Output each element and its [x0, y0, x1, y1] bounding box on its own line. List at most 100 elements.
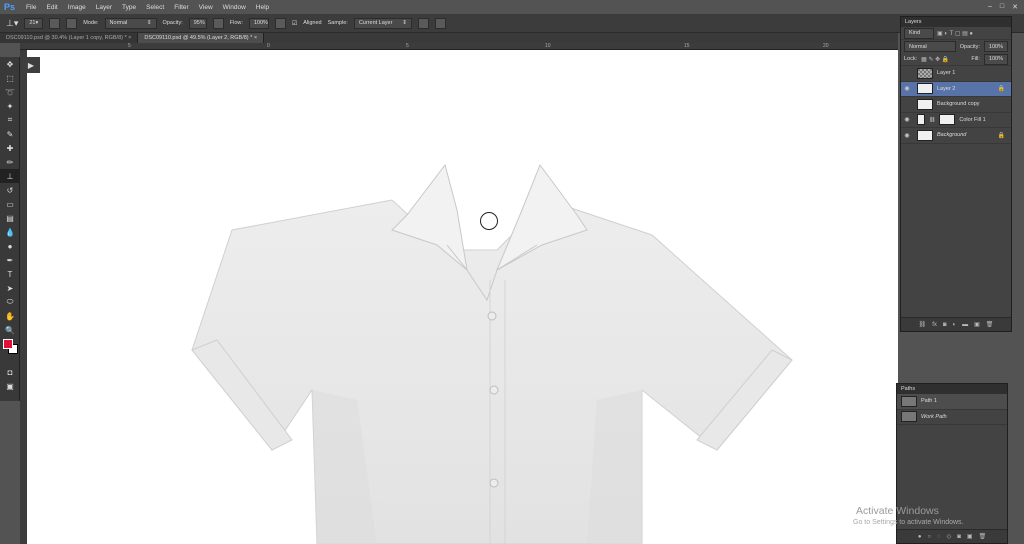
ignore-adjustment-icon[interactable]: [417, 17, 429, 29]
fill-path-icon[interactable]: ●: [918, 534, 922, 540]
new-group-icon[interactable]: ▬: [962, 322, 968, 328]
opacity-value: 95%: [193, 20, 205, 26]
tab-label: DSC09110.psd @ 49.5% (Layer 2, RGB/8) *: [144, 35, 253, 41]
lock-icon: 🔒: [997, 86, 1005, 93]
path-selection-tool-icon[interactable]: ➤: [0, 281, 20, 295]
document-tabs: DSC09110.psd @ 30.4% (Layer 1 copy, RGB/…: [0, 33, 898, 43]
flow-field[interactable]: 100%: [248, 17, 269, 29]
add-mask-icon[interactable]: ◙: [943, 322, 947, 328]
menu-type[interactable]: Type: [117, 4, 141, 11]
layer-row[interactable]: ◉ Background 🔒: [901, 128, 1011, 144]
layer-style-icon[interactable]: fx: [932, 322, 937, 328]
fill-field[interactable]: 100%: [983, 53, 1008, 65]
adjustment-layer-icon[interactable]: ◐: [953, 322, 957, 328]
blur-tool-icon[interactable]: 💧: [0, 225, 20, 239]
menu-help[interactable]: Help: [251, 4, 274, 11]
opacity-field[interactable]: 95%: [188, 17, 207, 29]
clone-stamp-tool-icon[interactable]: ⊥: [0, 169, 20, 183]
horizontal-ruler: 5 0 5 10 15 20: [20, 43, 898, 50]
move-tool-icon[interactable]: ✥: [0, 57, 20, 71]
brush-tool-icon[interactable]: ✏: [0, 155, 20, 169]
pressure-opacity-icon[interactable]: [212, 17, 224, 29]
shape-tool-icon[interactable]: ⬭: [0, 295, 20, 309]
healing-brush-tool-icon[interactable]: ✚: [0, 141, 20, 155]
paths-panel-title: Paths: [897, 384, 1007, 394]
panel-collapse-arrow-icon[interactable]: ▶: [22, 57, 40, 73]
layers-panel: Layers Kind ▣ ◐ T ▢ ▤ ● Normal Opacity: …: [900, 16, 1012, 332]
toolbox: ✥ ⬚ ➰ ✦ ⌗ ✎ ✚ ✏ ⊥ ↺ ▭ ▤ 💧 ● ✒ T ➤ ⬭ ✋ 🔍 …: [0, 57, 20, 401]
filter-icons[interactable]: ▣ ◐ T ▢ ▤ ●: [937, 30, 973, 37]
eraser-tool-icon[interactable]: ▭: [0, 197, 20, 211]
sample-dropdown[interactable]: Current Layer ⇕: [353, 17, 412, 29]
mode-label: Mode:: [83, 20, 99, 26]
eye-icon[interactable]: ◉: [901, 116, 913, 123]
path-row[interactable]: Path 1: [897, 394, 1007, 410]
lasso-tool-icon[interactable]: ➰: [0, 85, 20, 99]
menu-bar: Ps File Edit Image Layer Type Select Fil…: [0, 0, 1024, 14]
make-work-path-icon[interactable]: ◇: [947, 533, 952, 540]
marquee-tool-icon[interactable]: ⬚: [0, 71, 20, 85]
quick-mask-icon[interactable]: ◘: [0, 365, 20, 379]
path-name: Path 1: [921, 398, 937, 405]
chevron-down-icon: ⇕: [146, 20, 152, 26]
menu-view[interactable]: View: [194, 4, 218, 11]
new-path-icon[interactable]: ▣: [967, 533, 973, 540]
screen-mode-icon[interactable]: ▣: [0, 379, 20, 393]
eye-icon[interactable]: ◉: [901, 85, 913, 92]
gradient-tool-icon[interactable]: ▤: [0, 211, 20, 225]
mode-dropdown[interactable]: Normal ⇕: [104, 17, 157, 29]
menu-select[interactable]: Select: [141, 4, 169, 11]
layer-row[interactable]: Background copy: [901, 97, 1011, 113]
eyedropper-tool-icon[interactable]: ✎: [0, 127, 20, 141]
brush-size-picker[interactable]: 21▾: [24, 17, 44, 29]
layer-row-selected[interactable]: ◉ Layer 2 🔒: [901, 81, 1011, 97]
menu-edit[interactable]: Edit: [42, 4, 63, 11]
menu-image[interactable]: Image: [63, 4, 91, 11]
tab-document-1[interactable]: DSC09110.psd @ 30.4% (Layer 1 copy, RGB/…: [0, 33, 139, 43]
layer-name: Background copy: [937, 101, 980, 108]
close-icon[interactable]: ✕: [1012, 3, 1018, 11]
foreground-color-swatch[interactable]: [3, 339, 13, 349]
crop-tool-icon[interactable]: ⌗: [0, 113, 20, 127]
menu-layer[interactable]: Layer: [91, 4, 117, 11]
blend-mode-dropdown[interactable]: Normal: [904, 41, 956, 52]
new-layer-icon[interactable]: ▣: [974, 321, 980, 328]
clone-source-panel-icon[interactable]: [66, 17, 78, 29]
hand-tool-icon[interactable]: ✋: [0, 309, 20, 323]
stroke-path-icon[interactable]: ○: [927, 534, 931, 540]
maximize-icon[interactable]: □: [1000, 3, 1004, 11]
delete-layer-icon[interactable]: 🗑: [986, 321, 994, 328]
magic-wand-tool-icon[interactable]: ✦: [0, 99, 20, 113]
type-tool-icon[interactable]: T: [0, 267, 20, 281]
layer-opacity-field[interactable]: 100%: [983, 41, 1008, 52]
minimize-icon[interactable]: –: [988, 3, 992, 11]
dodge-tool-icon[interactable]: ●: [0, 239, 20, 253]
document-canvas[interactable]: [27, 50, 898, 544]
close-tab-icon[interactable]: ×: [254, 35, 257, 41]
lock-icons[interactable]: ▦ ✎ ✥ 🔒: [921, 56, 949, 63]
tab-document-2[interactable]: DSC09110.psd @ 49.5% (Layer 2, RGB/8) * …: [138, 33, 265, 43]
aligned-checkbox[interactable]: ☑: [292, 20, 297, 27]
close-tab-icon[interactable]: ×: [128, 35, 131, 41]
brush-panel-icon[interactable]: [49, 17, 61, 29]
history-brush-tool-icon[interactable]: ↺: [0, 183, 20, 197]
link-layers-icon[interactable]: ⛓: [919, 321, 927, 328]
menu-file[interactable]: File: [21, 4, 41, 11]
menu-window[interactable]: Window: [218, 4, 251, 11]
zoom-tool-icon[interactable]: 🔍: [0, 323, 20, 337]
pressure-size-icon[interactable]: [434, 17, 446, 29]
layer-row[interactable]: Layer 1: [901, 66, 1011, 82]
layer-row[interactable]: ◉ ⛓ Color Fill 1: [901, 113, 1011, 128]
clone-stamp-tool-icon[interactable]: ⊥▾: [6, 18, 18, 29]
pen-tool-icon[interactable]: ✒: [0, 253, 20, 267]
menu-filter[interactable]: Filter: [169, 4, 193, 11]
path-row[interactable]: Work Path: [897, 410, 1007, 425]
eye-icon[interactable]: ◉: [901, 132, 913, 139]
add-mask-icon[interactable]: ◙: [957, 534, 961, 540]
ruler-tick: 10: [545, 43, 551, 49]
load-selection-icon[interactable]: ◌: [937, 534, 941, 540]
airbrush-icon[interactable]: [274, 17, 286, 29]
lock-label: Lock:: [904, 56, 918, 62]
delete-path-icon[interactable]: 🗑: [979, 533, 987, 540]
kind-filter-dropdown[interactable]: Kind: [904, 27, 934, 39]
